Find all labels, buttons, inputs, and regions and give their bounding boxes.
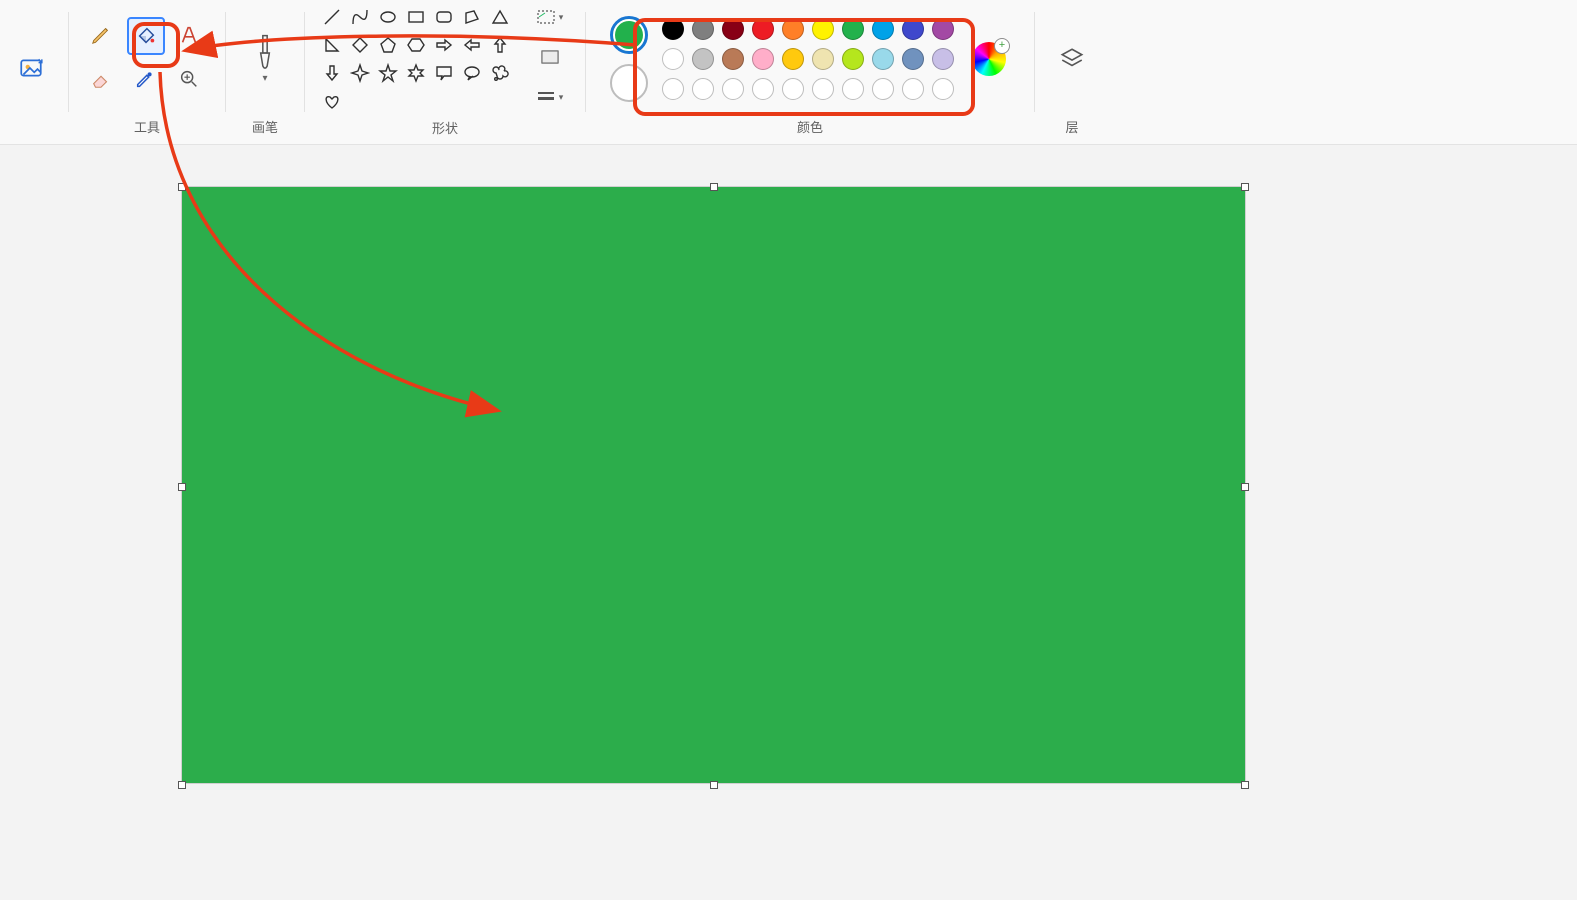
shapes-gallery[interactable] (319, 4, 513, 114)
shape-curve[interactable] (347, 4, 373, 30)
image-tool-button[interactable] (8, 45, 54, 91)
resize-handle[interactable] (1241, 183, 1249, 191)
shape-callout-cloud[interactable] (487, 60, 513, 86)
layers-button[interactable] (1049, 36, 1095, 82)
shape-oval[interactable] (375, 4, 401, 30)
chevron-down-icon: ▾ (559, 12, 564, 23)
chevron-down-icon: ▾ (559, 92, 564, 103)
resize-handle[interactable] (178, 781, 186, 789)
magnifier-tool-button[interactable] (171, 61, 207, 97)
shape-hexagon[interactable] (403, 32, 429, 58)
shape-arrow-up[interactable] (487, 32, 513, 58)
annotation-box-colors (633, 18, 975, 116)
resize-handle[interactable] (710, 183, 718, 191)
shape-star6[interactable] (403, 60, 429, 86)
canvas[interactable] (182, 187, 1245, 783)
shape-arrow-down[interactable] (319, 60, 345, 86)
group-layers-label: 层 (1065, 113, 1078, 144)
text-icon (178, 24, 200, 46)
shape-round-rect[interactable] (431, 4, 457, 30)
shape-arrow-right[interactable] (431, 32, 457, 58)
pencil-icon (90, 24, 112, 46)
group-colors-label: 颜色 (797, 113, 823, 144)
group-shapes: ▾ ▾ 形状 (305, 4, 585, 144)
shape-pentagon[interactable] (375, 32, 401, 58)
resize-handle[interactable] (710, 781, 718, 789)
chevron-down-icon: ▾ (262, 73, 267, 84)
resize-handle[interactable] (178, 483, 186, 491)
resize-handle[interactable] (1241, 483, 1249, 491)
group-image (4, 4, 68, 144)
group-brush-label: 画笔 (252, 113, 278, 144)
group-shapes-label: 形状 (432, 114, 458, 145)
shape-polygon[interactable] (459, 4, 485, 30)
shape-right-triangle[interactable] (319, 32, 345, 58)
group-brush: ▾ 画笔 (226, 4, 304, 144)
shape-outline-button[interactable]: ▾ (529, 4, 571, 30)
shape-size-button[interactable]: ▾ (529, 84, 571, 110)
shape-arrow-left[interactable] (459, 32, 485, 58)
layers-icon (1059, 46, 1085, 72)
group-layers: 层 (1035, 4, 1109, 144)
pencil-tool-button[interactable] (83, 17, 119, 53)
color-wheel-icon (972, 42, 1006, 76)
shape-star5[interactable] (375, 60, 401, 86)
shape-line[interactable] (319, 4, 345, 30)
group-tools-label: 工具 (134, 113, 160, 144)
eraser-icon (90, 68, 112, 90)
shape-callout-round[interactable] (459, 60, 485, 86)
stroke-icon (537, 90, 555, 104)
fill-icon (541, 50, 559, 64)
shape-heart[interactable] (319, 88, 345, 114)
resize-handle[interactable] (1241, 781, 1249, 789)
eyedropper-icon (134, 68, 156, 90)
annotation-box-tool (132, 22, 180, 68)
magnifier-icon (178, 68, 200, 90)
resize-handle[interactable] (178, 183, 186, 191)
shape-diamond[interactable] (347, 32, 373, 58)
brush-tool-button[interactable]: ▾ (240, 23, 290, 95)
image-icon (18, 55, 44, 81)
eraser-tool-button[interactable] (83, 61, 119, 97)
shape-fill-button[interactable] (529, 44, 571, 70)
shape-callout-rect[interactable] (431, 60, 457, 86)
shape-triangle[interactable] (487, 4, 513, 30)
shape-star4[interactable] (347, 60, 373, 86)
canvas-area (0, 145, 1577, 900)
shape-rect[interactable] (403, 4, 429, 30)
brush-icon (252, 33, 278, 73)
outline-icon (537, 10, 555, 24)
